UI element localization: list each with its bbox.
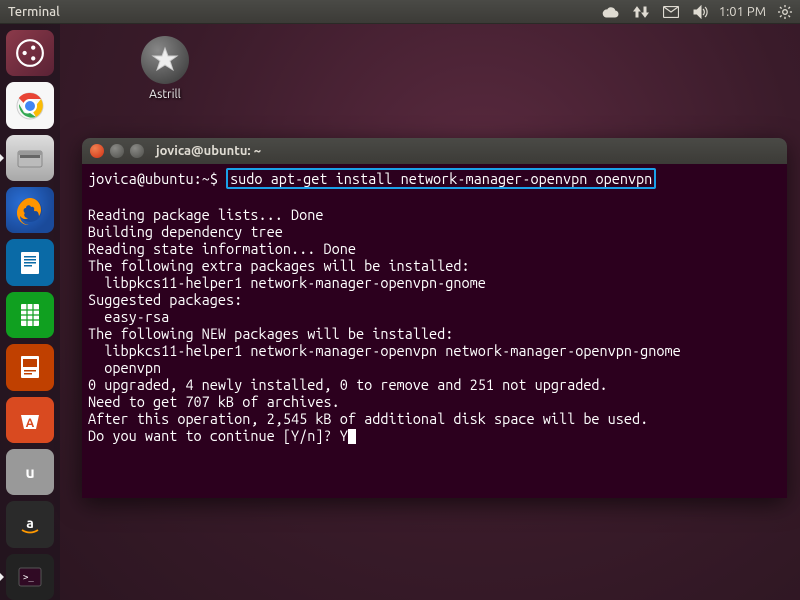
terminal-user-input: Y: [340, 427, 348, 444]
window-title: jovica@ubuntu: ~: [156, 144, 261, 158]
window-controls: [90, 144, 144, 158]
launcher-calc[interactable]: [6, 292, 54, 338]
star-icon: [141, 36, 189, 84]
top-menubar: Terminal 1:01 PM: [0, 0, 800, 24]
window-titlebar[interactable]: jovica@ubuntu: ~: [82, 138, 787, 164]
mail-icon[interactable]: [663, 6, 679, 18]
terminal-cursor: [348, 429, 356, 444]
svg-text:A: A: [26, 417, 35, 430]
unity-launcher: A u a >_: [0, 24, 60, 600]
terminal-prompt-user: jovica@ubuntu: [88, 170, 194, 187]
launcher-firefox[interactable]: [6, 187, 54, 233]
terminal-body[interactable]: jovica@ubuntu:~$ sudo apt-get install ne…: [82, 164, 787, 448]
terminal-prompt-suffix: $: [210, 170, 218, 187]
launcher-writer[interactable]: [6, 239, 54, 285]
weather-cloud-icon[interactable]: [601, 6, 619, 18]
launcher-amazon[interactable]: a: [6, 501, 54, 547]
window-close-button[interactable]: [90, 144, 104, 158]
launcher-software-center[interactable]: A: [6, 397, 54, 443]
terminal-output-line: 0 upgraded, 4 newly installed, 0 to remo…: [88, 376, 608, 393]
terminal-continue-prompt: Do you want to continue [Y/n]?: [88, 427, 340, 444]
launcher-impress[interactable]: [6, 344, 54, 390]
active-app-title: Terminal: [8, 5, 60, 19]
launcher-files[interactable]: [6, 135, 54, 181]
desktop-icon-label: Astrill: [149, 88, 181, 101]
svg-text:a: a: [26, 515, 34, 531]
launcher-ubuntu-one[interactable]: u: [6, 449, 54, 495]
terminal-command: sudo apt-get install network-manager-ope…: [226, 168, 656, 189]
terminal-output-line: After this operation, 2,545 kB of additi…: [88, 410, 648, 427]
terminal-output-line: The following extra packages will be ins…: [88, 257, 470, 274]
terminal-output-line: Reading state information... Done: [88, 240, 356, 257]
terminal-output-line: Building dependency tree: [88, 223, 283, 240]
launcher-chrome[interactable]: [6, 82, 54, 128]
terminal-output-line: openvpn: [88, 359, 161, 376]
volume-icon[interactable]: [693, 5, 709, 19]
terminal-output-line: Reading package lists... Done: [88, 206, 323, 223]
terminal-output-line: libpkcs11-helper1 network-manager-openvp…: [88, 274, 486, 291]
svg-text:>_: >_: [23, 573, 34, 583]
terminal-output-line: libpkcs11-helper1 network-manager-openvp…: [88, 342, 681, 359]
network-updown-icon[interactable]: [633, 5, 649, 19]
terminal-prompt-path: ~: [202, 170, 210, 187]
desktop-icon-astrill[interactable]: Astrill: [125, 36, 205, 101]
window-minimize-button[interactable]: [110, 144, 124, 158]
terminal-output-line: Suggested packages:: [88, 291, 242, 308]
clock[interactable]: 1:01 PM: [719, 5, 766, 19]
launcher-dash[interactable]: [6, 30, 54, 76]
terminal-window[interactable]: jovica@ubuntu: ~ jovica@ubuntu:~$ sudo a…: [82, 138, 787, 498]
svg-text:u: u: [25, 464, 34, 482]
gear-icon[interactable]: [778, 5, 792, 19]
terminal-output-line: Need to get 707 kB of archives.: [88, 393, 340, 410]
window-maximize-button[interactable]: [130, 144, 144, 158]
launcher-terminal[interactable]: >_: [6, 554, 54, 600]
terminal-output-line: The following NEW packages will be insta…: [88, 325, 453, 342]
terminal-output-line: easy-rsa: [88, 308, 169, 325]
